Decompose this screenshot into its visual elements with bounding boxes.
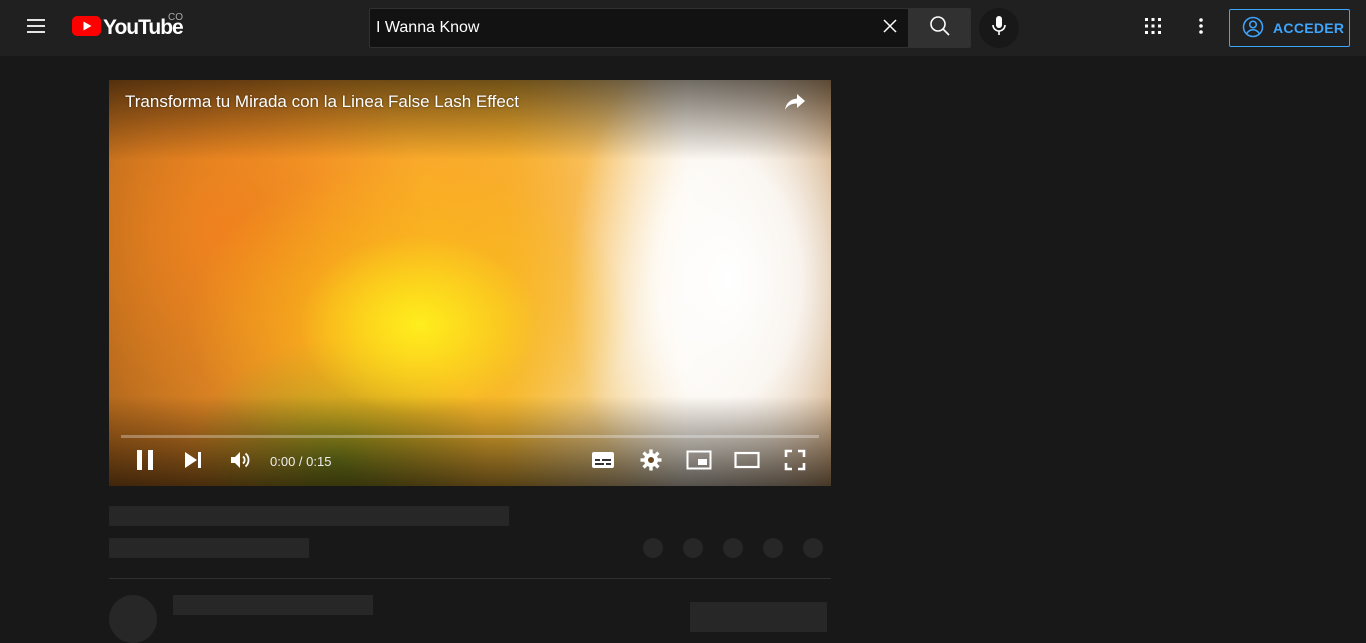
sign-in-button[interactable]: ACCEDER: [1229, 9, 1350, 47]
action-placeholder: [763, 538, 783, 558]
account-circle-icon: [1242, 16, 1264, 41]
fullscreen-button[interactable]: [771, 442, 819, 482]
gear-icon: [640, 449, 662, 476]
pause-icon: [135, 449, 155, 476]
voice-search-button[interactable]: [979, 8, 1019, 48]
divider: [109, 578, 831, 579]
next-button[interactable]: [169, 442, 217, 482]
miniplayer-icon: [686, 450, 712, 475]
skip-next-icon: [183, 451, 203, 474]
channel-avatar-placeholder: [109, 595, 157, 643]
theater-mode-icon: [734, 451, 760, 474]
miniplayer-button[interactable]: [675, 442, 723, 482]
progress-bar[interactable]: [121, 435, 819, 438]
theater-mode-button[interactable]: [723, 442, 771, 482]
subscribe-placeholder: [690, 602, 827, 632]
hamburger-menu-icon: [24, 14, 48, 43]
share-icon: [783, 92, 807, 117]
search-button[interactable]: [908, 8, 971, 48]
fullscreen-icon: [784, 449, 806, 476]
settings-more-button[interactable]: [1181, 8, 1221, 48]
guide-menu-button[interactable]: [16, 8, 56, 48]
video-player[interactable]: Transforma tu Mirada con la Linea False …: [109, 80, 831, 486]
youtube-logo[interactable]: YouTube CO: [72, 12, 184, 42]
player-controls: 0:00 / 0:15: [109, 442, 831, 482]
time-display: 0:00 / 0:15: [270, 454, 332, 469]
pause-button[interactable]: [121, 442, 169, 482]
mute-button[interactable]: [216, 442, 264, 482]
apps-grid-icon: [1144, 17, 1162, 40]
share-button[interactable]: [777, 91, 813, 117]
search-input[interactable]: [376, 9, 866, 47]
action-placeholder: [803, 538, 823, 558]
close-icon: [882, 18, 898, 39]
settings-button[interactable]: [627, 442, 675, 482]
search-box: [369, 8, 908, 48]
clear-search-button[interactable]: [878, 16, 902, 40]
action-placeholder: [723, 538, 743, 558]
views-placeholder: [109, 538, 309, 558]
sign-in-label: ACCEDER: [1273, 20, 1345, 36]
action-placeholder: [683, 538, 703, 558]
microphone-icon: [989, 15, 1009, 42]
channel-name-placeholder: [173, 595, 373, 615]
masthead: YouTube CO I Wanna Know ACCEDER: [0, 0, 1366, 56]
subtitles-icon: [591, 451, 615, 474]
apps-button[interactable]: [1133, 8, 1173, 48]
more-vertical-icon: [1198, 17, 1204, 40]
action-placeholder: [643, 538, 663, 558]
title-placeholder: [109, 506, 509, 526]
volume-icon: [229, 450, 251, 475]
country-code: CO: [168, 12, 183, 23]
video-title[interactable]: Transforma tu Mirada con la Linea False …: [125, 92, 519, 112]
subtitles-button[interactable]: [579, 442, 627, 482]
youtube-logo-icon: [72, 15, 101, 41]
search-icon: [929, 15, 951, 42]
